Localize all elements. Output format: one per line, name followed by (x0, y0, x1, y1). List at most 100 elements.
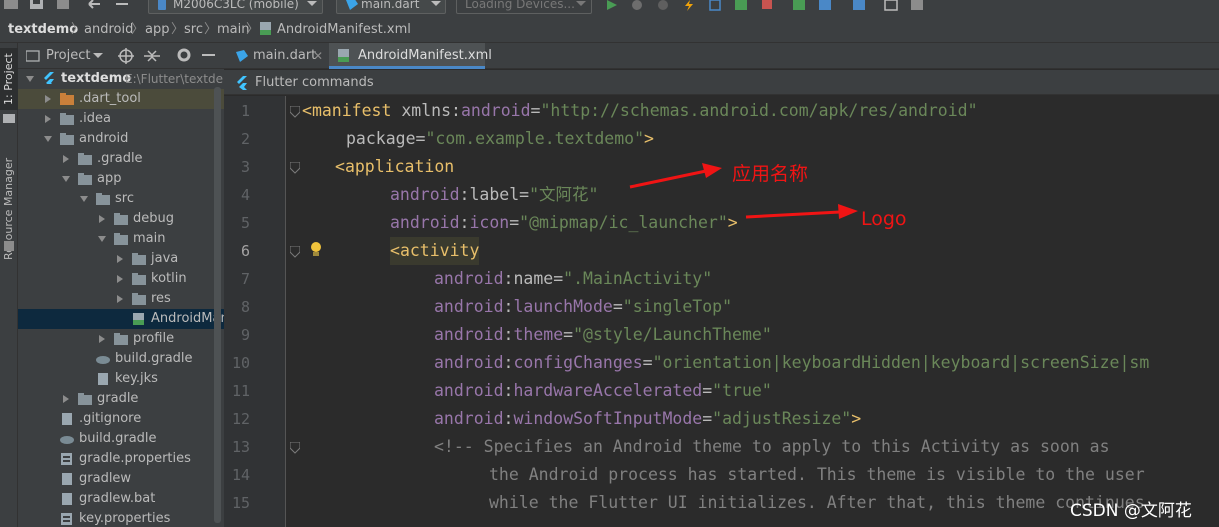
tab-label: AndroidManifest.xml (358, 48, 492, 63)
tree-item-label: java (151, 251, 179, 266)
hot-reload-icon[interactable] (682, 0, 696, 11)
tree-item[interactable]: key.properties (18, 509, 224, 527)
breadcrumb: textdemo 〉 android 〉 app 〉 src 〉 main 〉 … (0, 16, 1219, 44)
minimize-icon[interactable] (202, 54, 216, 58)
tree-item-label: build.gradle (79, 431, 157, 446)
chevron-right-icon[interactable] (116, 275, 124, 283)
debug-icon[interactable] (630, 0, 644, 11)
tree-item[interactable]: build.gradle (18, 349, 224, 369)
resource-icon (4, 241, 14, 251)
chevron-right-icon[interactable] (62, 395, 70, 403)
tree-item[interactable]: kotlin (18, 269, 224, 289)
tree-item[interactable]: src (18, 189, 224, 209)
chevron-down-icon[interactable] (98, 235, 106, 243)
tree-item[interactable]: .gitignore (18, 409, 224, 429)
chevron-right-icon[interactable] (116, 255, 124, 263)
chevron-right-icon[interactable] (62, 155, 70, 163)
tree-item[interactable]: android (18, 129, 224, 149)
stop-icon[interactable] (760, 0, 774, 11)
tree-item[interactable]: gradlew (18, 469, 224, 489)
chevron-down-icon[interactable] (93, 53, 103, 59)
tree-item[interactable]: res (18, 289, 224, 309)
breadcrumb-item[interactable]: main (217, 16, 249, 43)
tree-item-label: key.properties (79, 511, 171, 526)
tree-item[interactable]: gradle.properties (18, 449, 224, 469)
chevron-down-icon[interactable] (80, 195, 88, 203)
avd-manager-icon[interactable] (818, 0, 832, 11)
project-panel-title[interactable]: Project (46, 48, 90, 63)
device-selector[interactable]: M2006C3LC (mobile) (148, 0, 323, 14)
breadcrumb-item[interactable]: textdemo (8, 16, 78, 43)
flutter-commands-link[interactable]: Flutter commands (255, 70, 374, 95)
manifest-file-icon (133, 313, 144, 325)
file-icon (62, 493, 72, 505)
locate-target-icon[interactable] (118, 48, 134, 64)
tree-item[interactable]: .idea (18, 109, 224, 129)
tree-item[interactable]: java (18, 249, 224, 269)
tree-item[interactable]: .gradle (18, 149, 224, 169)
breadcrumb-item[interactable]: src (184, 16, 203, 43)
tree-item[interactable]: key.jks (18, 369, 224, 389)
tree-item-label: res (151, 291, 171, 306)
tree-item[interactable]: app (18, 169, 224, 189)
breadcrumb-item[interactable]: app (145, 16, 170, 44)
folder-icon (78, 393, 92, 405)
tree-root[interactable]: textdemo E:\Flutter\textdem (18, 69, 224, 89)
breadcrumb-separator: 〉 (131, 22, 145, 37)
chevron-right-icon[interactable] (98, 215, 106, 223)
folder-icon (96, 193, 110, 205)
tab-resource-manager[interactable]: Resource Manager (0, 139, 18, 279)
gradle-file-icon (96, 356, 110, 364)
tree-item[interactable]: debug (18, 209, 224, 229)
run-config-selector[interactable]: main.dart (336, 0, 446, 14)
gear-icon[interactable] (176, 47, 192, 63)
chevron-right-icon[interactable] (116, 295, 124, 303)
tree-root-label: textdemo (61, 71, 132, 86)
sdk-manager-icon[interactable] (792, 0, 806, 11)
close-icon[interactable]: ✕ (313, 43, 323, 69)
collapse-all-icon[interactable] (144, 49, 160, 63)
device-name: M2006C3LC (mobile) (173, 0, 299, 11)
tree-item[interactable]: AndroidMani (18, 309, 224, 329)
file-icon (98, 373, 108, 385)
chevron-right-icon[interactable] (98, 335, 106, 343)
tree-item[interactable]: profile (18, 329, 224, 349)
chevron-right-icon[interactable] (44, 95, 52, 103)
sync-icon[interactable] (56, 0, 70, 10)
breadcrumb-item[interactable]: AndroidManifest.xml (277, 16, 411, 43)
attach-debugger-icon[interactable] (656, 0, 670, 11)
tree-item-label: .idea (79, 111, 111, 126)
tree-item[interactable]: build.gradle (18, 429, 224, 449)
tab-main-dart[interactable]: main.dart ✕ (224, 43, 328, 69)
tree-item[interactable]: main (18, 229, 224, 249)
layout-inspector-icon[interactable] (884, 0, 898, 11)
tab-label: main.dart (253, 48, 317, 63)
code-editor[interactable]: 1 2 3 4 5 6 7 8 9 10 11 12 13 14 15 <manifest xmlns:an… (224, 96, 1219, 527)
tab-project-tool[interactable]: 1: Project (0, 48, 18, 110)
run-icon[interactable] (605, 0, 619, 11)
flutter-icon (237, 76, 247, 90)
folder-icon (60, 133, 74, 145)
forward-arrow-icon[interactable] (114, 0, 130, 10)
hot-restart-icon[interactable] (734, 0, 748, 11)
chevron-down-icon[interactable] (44, 135, 52, 143)
save-icon[interactable] (30, 0, 44, 10)
chevron-down-icon[interactable] (62, 175, 70, 183)
main-toolbar: M2006C3LC (mobile) main.dart Loading Dev… (0, 0, 1219, 16)
device-explorer-icon[interactable] (910, 0, 924, 11)
breadcrumb-item[interactable]: android (84, 16, 134, 44)
back-arrow-icon[interactable] (88, 0, 104, 10)
project-view-icon (26, 50, 40, 62)
tree-scrollbar[interactable] (214, 87, 221, 523)
chevron-right-icon[interactable] (44, 115, 52, 123)
devices-loading-selector[interactable]: Loading Devices... (456, 0, 592, 14)
tree-item[interactable]: gradlew.bat (18, 489, 224, 509)
tab-android-manifest[interactable]: AndroidManifest.xml (329, 43, 492, 69)
tree-item[interactable]: .dart_tool (18, 89, 224, 109)
edit-icon[interactable] (708, 0, 722, 11)
chevron-down-icon[interactable] (26, 75, 34, 83)
folder-icon (114, 213, 128, 225)
project-structure-icon[interactable] (852, 0, 866, 11)
tree-item[interactable]: gradle (18, 389, 224, 409)
open-folder-icon[interactable] (4, 0, 18, 10)
